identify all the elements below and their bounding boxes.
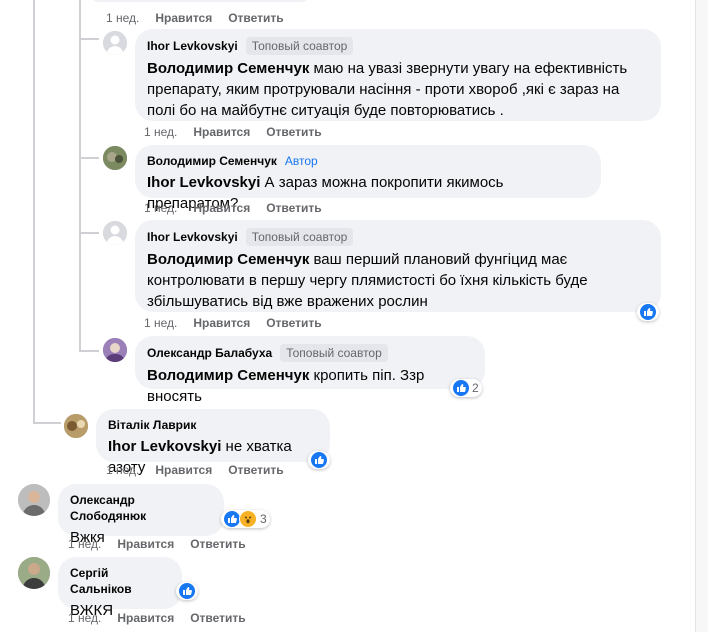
- thread-connector: [79, 350, 99, 352]
- like-button[interactable]: Нравится: [193, 315, 250, 331]
- comment-time[interactable]: 1 нед.: [68, 610, 101, 626]
- like-button[interactable]: Нравится: [117, 610, 174, 626]
- wow-icon: [239, 510, 257, 528]
- like-button[interactable]: Нравится: [193, 200, 250, 216]
- avatar[interactable]: [103, 221, 127, 245]
- comment-author[interactable]: Сергій Сальніков: [70, 565, 170, 597]
- like-icon: [453, 380, 469, 396]
- thread-connector: [33, 422, 61, 424]
- comment-actions: 1 нед. Нравится Ответить: [144, 200, 322, 216]
- mention-link[interactable]: Володимир Семенчук: [147, 251, 309, 268]
- default-user-icon: [103, 31, 127, 55]
- comment-bubble: Володимир Семенчук Автор Ihor Levkovskyi…: [135, 145, 601, 212]
- user-photo-icon: [18, 484, 50, 516]
- comment-author[interactable]: Ihor Levkovskyi: [147, 229, 238, 245]
- comment-actions: 1 нед. Нравится Ответить: [68, 536, 246, 552]
- reaction-summary[interactable]: 2: [450, 379, 482, 397]
- thread-line-outer: [33, 0, 35, 424]
- comment-author[interactable]: Олександр Слободянюк: [70, 492, 212, 524]
- mention-link[interactable]: Володимир Семенчук: [147, 60, 309, 77]
- comment-actions: 1 нед. Нравится Ответить: [106, 462, 284, 478]
- like-button[interactable]: Нравится: [193, 124, 250, 140]
- comment-actions: 1 нед. Нравится Ответить: [144, 315, 322, 331]
- comment-author[interactable]: Володимир Семенчук: [147, 153, 277, 169]
- comment-actions: 1 нед. Нравится Ответить: [68, 610, 246, 626]
- avatar[interactable]: [18, 484, 50, 516]
- comment-bubble: Олександр Балабуха Топовый соавтор Волод…: [135, 336, 485, 405]
- comment-time[interactable]: 1 нед.: [144, 315, 177, 331]
- reply-button[interactable]: Ответить: [190, 536, 245, 552]
- comment-time[interactable]: 1 нед.: [144, 124, 177, 140]
- mention-link[interactable]: Ihor Levkovskyi: [147, 174, 260, 191]
- thread-connector: [79, 38, 99, 40]
- reaction-count: 2: [472, 381, 479, 395]
- reply-button[interactable]: Ответить: [190, 610, 245, 626]
- comment-text: Володимир Семенчук маю на увазі звернути…: [147, 60, 628, 119]
- comment-time[interactable]: 1 нед.: [106, 10, 139, 26]
- user-photo-icon: [64, 414, 88, 438]
- avatar[interactable]: [103, 31, 127, 55]
- reply-button[interactable]: Ответить: [266, 315, 321, 331]
- avatar[interactable]: [103, 338, 127, 362]
- comment-author[interactable]: Віталік Лаврик: [108, 417, 196, 433]
- top-contributor-badge: Топовый соавтор: [280, 344, 388, 362]
- avatar[interactable]: [18, 557, 50, 589]
- comment-author[interactable]: Ihor Levkovskyi: [147, 38, 238, 54]
- like-icon: [640, 304, 656, 320]
- comment-bubble: Олександр Слободянюк Вжкя: [58, 484, 224, 546]
- user-photo-icon: [103, 338, 127, 362]
- user-photo-icon: [18, 557, 50, 589]
- like-icon: [224, 511, 240, 527]
- comment-text: Володимир Семенчук кропить піп. Ззр внос…: [147, 367, 425, 405]
- comment-actions: 1 нед. Нравится Ответить: [144, 124, 322, 140]
- reaction-count: 3: [260, 512, 267, 526]
- like-icon: [179, 583, 195, 599]
- thread-connector: [79, 232, 99, 234]
- author-badge: Автор: [284, 154, 318, 168]
- reply-button[interactable]: Ответить: [228, 10, 283, 26]
- reply-button[interactable]: Ответить: [266, 200, 321, 216]
- reaction-summary[interactable]: [308, 451, 330, 469]
- like-icon: [311, 452, 327, 468]
- mention-link[interactable]: Ihor Levkovskyi: [108, 438, 221, 455]
- avatar[interactable]: [103, 146, 127, 170]
- comment-bubble: Віталік Лаврик Ihor Levkovskyi не хватка…: [96, 409, 330, 476]
- reply-button[interactable]: Ответить: [266, 124, 321, 140]
- thread-line-inner: [79, 0, 81, 352]
- like-button[interactable]: Нравится: [117, 536, 174, 552]
- comment-bubble: Сергій Сальніков ВЖКЯ: [58, 557, 182, 619]
- previous-comment-bubble: [90, 0, 310, 2]
- default-user-icon: [103, 221, 127, 245]
- mention-link[interactable]: Володимир Семенчук: [147, 367, 309, 384]
- comment-time[interactable]: 1 нед.: [68, 536, 101, 552]
- top-contributor-badge: Топовый соавтор: [245, 37, 354, 55]
- comment-actions: 1 нед. Нравится Ответить: [106, 10, 284, 26]
- reply-button[interactable]: Ответить: [228, 462, 283, 478]
- comment-bubble: Ihor Levkovskyi Топовый соавтор Володими…: [135, 29, 661, 121]
- like-button[interactable]: Нравится: [155, 10, 212, 26]
- user-photo-icon: [103, 146, 127, 170]
- comment-author[interactable]: Олександр Балабуха: [147, 345, 272, 361]
- comment-bubble: Ihor Levkovskyi Топовый соавтор Володими…: [135, 220, 661, 312]
- scrollbar[interactable]: [695, 0, 708, 632]
- top-contributor-badge: Топовый соавтор: [245, 228, 354, 246]
- reaction-summary[interactable]: [176, 582, 198, 600]
- avatar[interactable]: [64, 414, 88, 438]
- reaction-summary[interactable]: 3: [221, 510, 270, 528]
- comment-time[interactable]: 1 нед.: [144, 200, 177, 216]
- like-button[interactable]: Нравится: [155, 462, 212, 478]
- thread-connector: [79, 157, 99, 159]
- reaction-summary[interactable]: [637, 303, 659, 321]
- comment-text: Володимир Семенчук ваш перший плановий ф…: [147, 251, 588, 310]
- comment-time[interactable]: 1 нед.: [106, 462, 139, 478]
